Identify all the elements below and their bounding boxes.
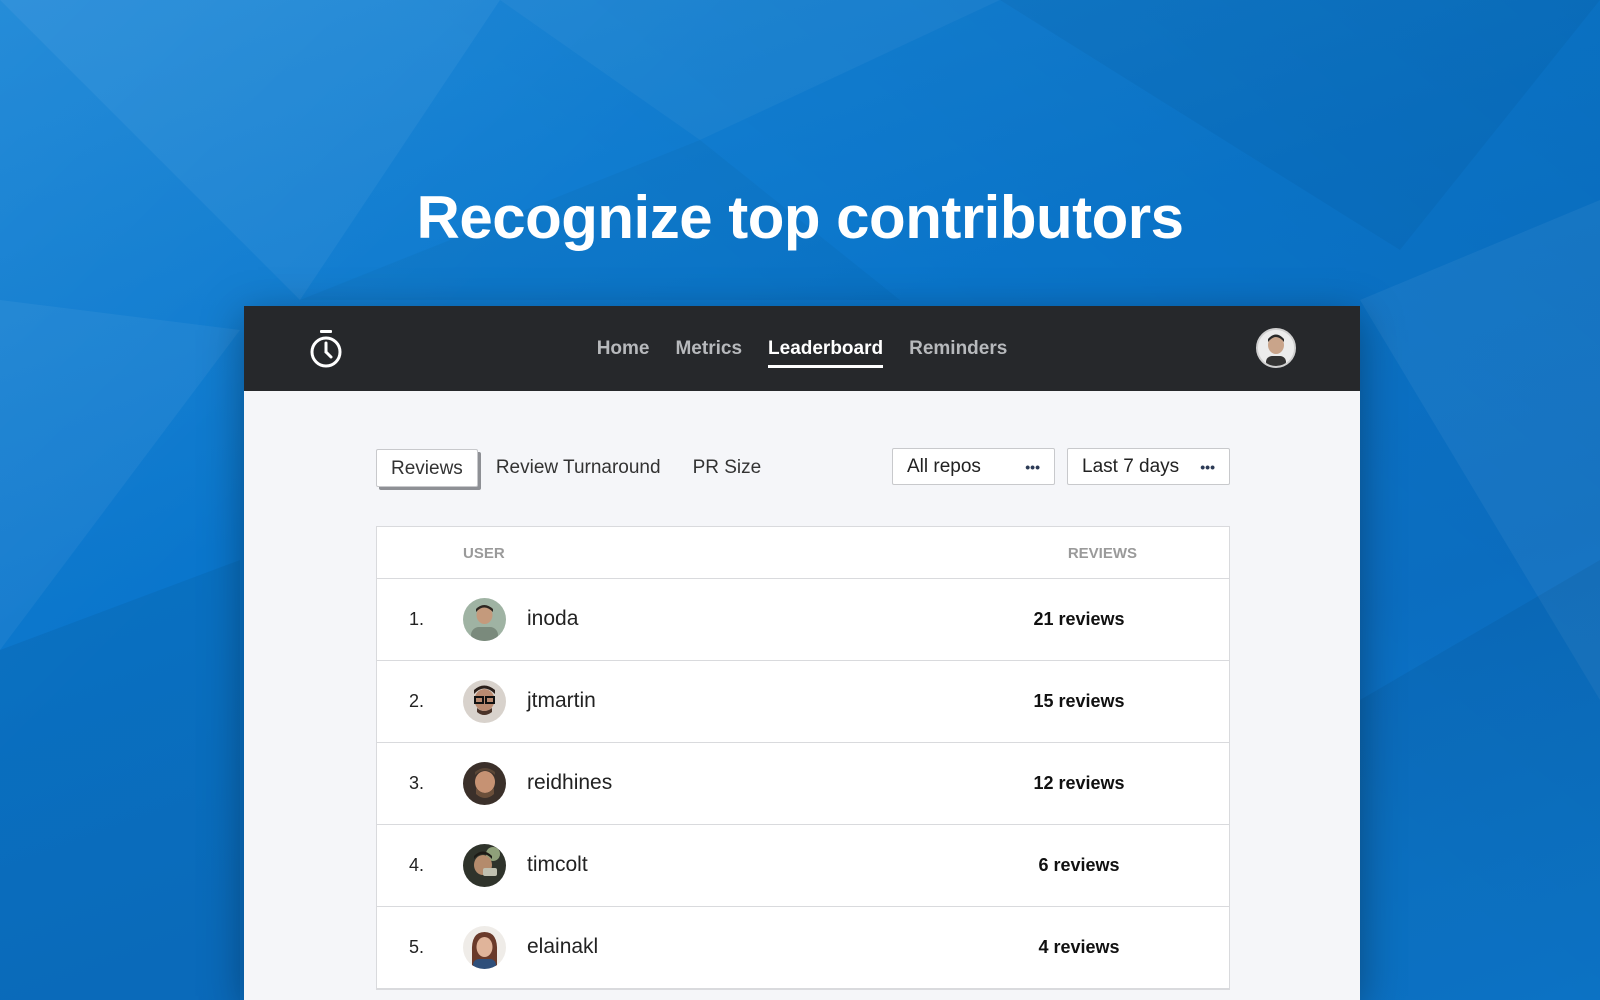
table-header: USER REVIEWS	[377, 527, 1229, 579]
rank: 4.	[409, 855, 425, 875]
avatar	[463, 926, 506, 969]
top-navbar: Home Metrics Leaderboard Reminders	[244, 306, 1360, 391]
avatar	[463, 598, 506, 641]
username[interactable]: elainakl	[527, 935, 598, 959]
nav-home[interactable]: Home	[584, 332, 663, 366]
rank: 5.	[409, 937, 425, 957]
avatar	[463, 680, 506, 723]
ellipsis-icon: •••	[1200, 458, 1215, 475]
app-window: Home Metrics Leaderboard Reminders Revie…	[244, 306, 1360, 1000]
review-count: 4 reviews	[1038, 937, 1120, 957]
hero-title: Recognize top contributors	[416, 184, 1185, 251]
username[interactable]: reidhines	[527, 771, 612, 795]
tab-pr-size[interactable]: PR Size	[679, 449, 776, 487]
username[interactable]: jtmartin	[527, 689, 596, 713]
nav-leaderboard[interactable]: Leaderboard	[755, 332, 896, 368]
review-count: 6 reviews	[1038, 855, 1120, 875]
user-avatar[interactable]	[1256, 328, 1296, 368]
leaderboard-table: USER REVIEWS 1. inoda 21 reviews 2. jtma…	[376, 526, 1230, 990]
repo-select[interactable]: All repos •••	[892, 448, 1055, 485]
date-range-select[interactable]: Last 7 days •••	[1067, 448, 1230, 485]
username[interactable]: inoda	[527, 607, 578, 631]
column-header-user: USER	[463, 545, 505, 562]
review-count: 12 reviews	[1033, 773, 1125, 793]
ellipsis-icon: •••	[1025, 458, 1040, 475]
filters: All repos ••• Last 7 days •••	[892, 448, 1230, 485]
review-count: 21 reviews	[1033, 609, 1125, 629]
avatar	[463, 844, 506, 887]
table-row[interactable]: 3. reidhines 12 reviews	[377, 743, 1229, 825]
table-row[interactable]: 1. inoda 21 reviews	[377, 579, 1229, 661]
nav-reminders[interactable]: Reminders	[896, 332, 1020, 366]
rank: 1.	[409, 609, 425, 629]
tab-reviews[interactable]: Reviews	[376, 449, 478, 487]
repo-select-value: All repos	[907, 455, 981, 477]
date-range-value: Last 7 days	[1082, 455, 1180, 477]
rank: 3.	[409, 773, 425, 793]
review-count: 15 reviews	[1033, 691, 1125, 711]
rank: 2.	[409, 691, 425, 711]
nav-metrics[interactable]: Metrics	[662, 332, 755, 366]
column-header-reviews: REVIEWS	[1067, 545, 1137, 562]
main-nav: Home Metrics Leaderboard Reminders	[244, 306, 1360, 391]
tab-review-turnaround[interactable]: Review Turnaround	[482, 449, 675, 487]
username[interactable]: timcolt	[527, 853, 588, 877]
avatar	[463, 762, 506, 805]
table-row[interactable]: 5. elainakl 4 reviews	[377, 907, 1229, 989]
table-row[interactable]: 4. timcolt 6 reviews	[377, 825, 1229, 907]
metric-tabs: Reviews Review Turnaround PR Size	[376, 448, 777, 488]
table-row[interactable]: 2. jtmartin 15 reviews	[377, 661, 1229, 743]
